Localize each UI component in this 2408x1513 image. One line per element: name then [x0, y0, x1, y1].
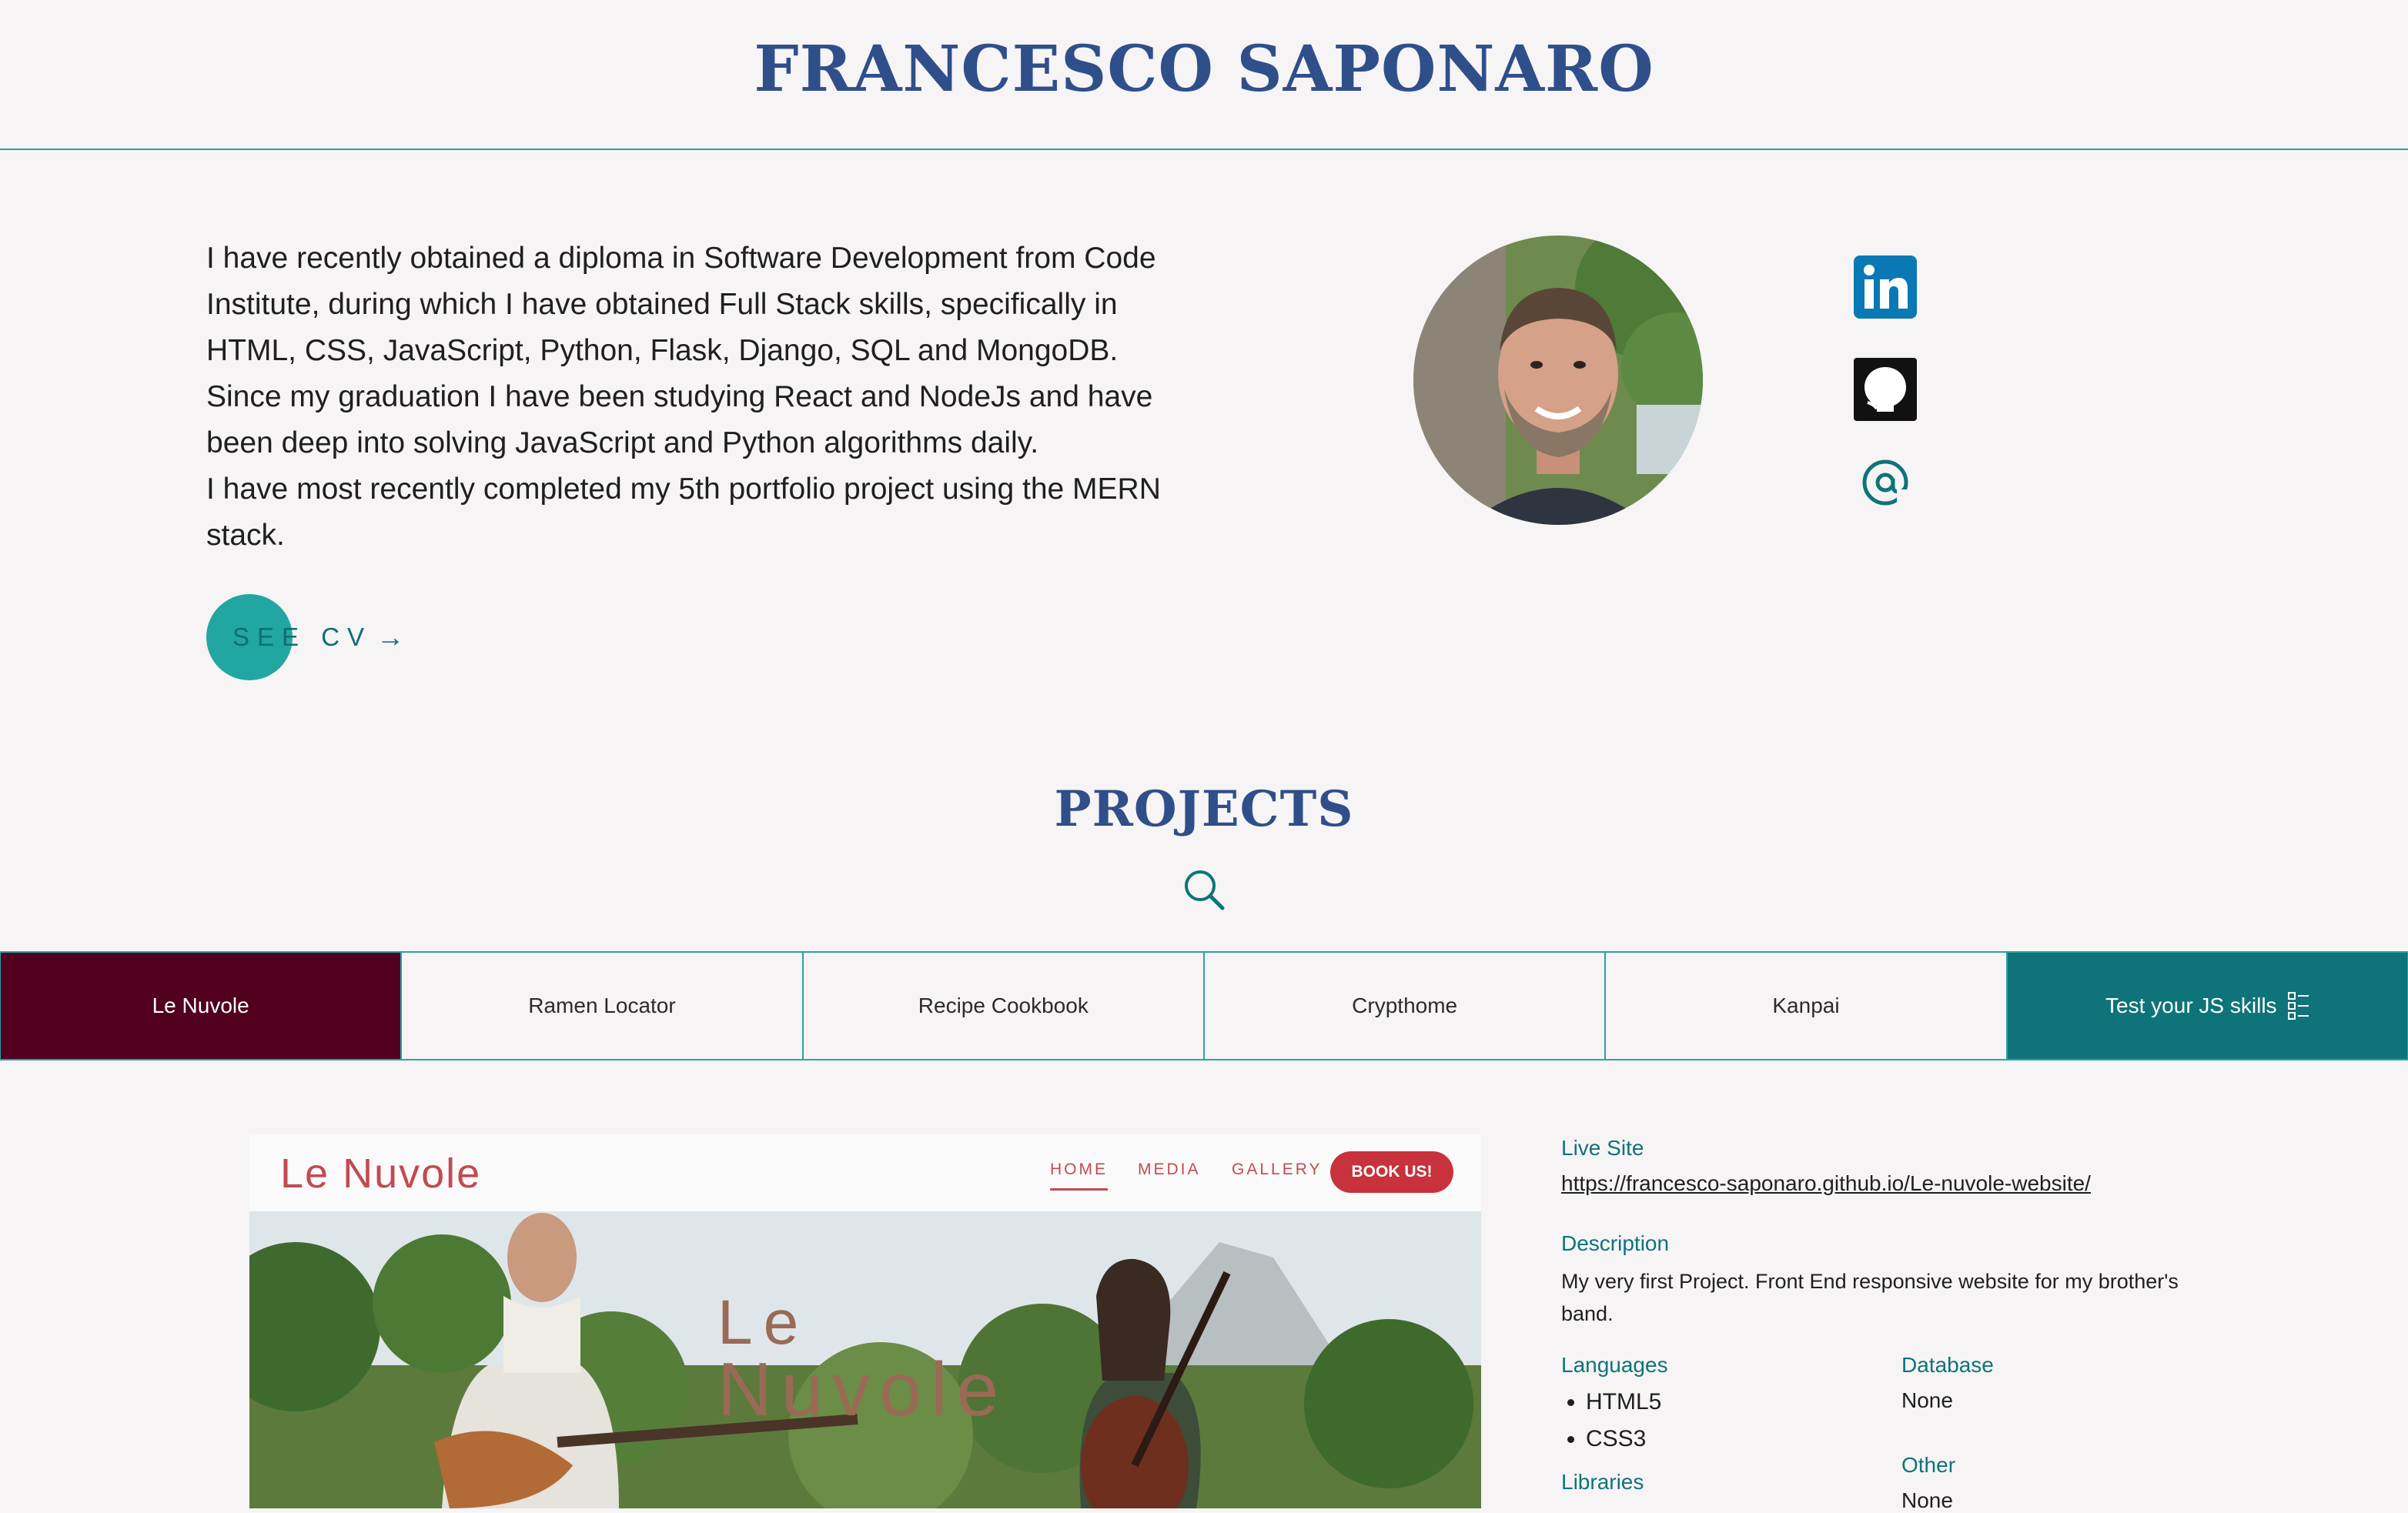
tab-recipe-cookbook[interactable]: Recipe Cookbook	[802, 951, 1204, 1060]
database-label: Database	[1901, 1353, 1994, 1377]
tab-label: Recipe Cookbook	[918, 994, 1089, 1017]
email-link[interactable]	[1854, 451, 1917, 514]
other-label: Other	[1901, 1453, 1956, 1477]
description-label: Description	[1561, 1231, 1670, 1255]
description-text: My very first Project. Front End respons…	[1561, 1270, 2179, 1325]
database-column: Database None Other None	[1901, 1353, 1994, 1513]
languages-label: Languages	[1561, 1353, 1668, 1377]
tab-le-nuvole[interactable]: Le Nuvole	[0, 951, 402, 1060]
preview-hero: Le Nuvole	[249, 1211, 1481, 1508]
arrow-right-icon: →	[376, 621, 405, 653]
avatar	[1413, 235, 1703, 525]
preview-logo: Le Nuvole	[280, 1151, 482, 1197]
live-site-link[interactable]: https://francesco-saponaro.github.io/Le-…	[1561, 1171, 2223, 1196]
preview-navbar: Le Nuvole HOME MEDIA GALLERY BOOK US!	[249, 1134, 1481, 1211]
list-item: HTML5	[1586, 1384, 1901, 1421]
preview-nav-media: MEDIA	[1138, 1161, 1201, 1178]
bio-text: I have recently obtained a diploma in So…	[206, 235, 1199, 559]
site-title: FRANCESCO SAPONARO	[754, 32, 1654, 106]
cv-button-label: SEE CV	[232, 623, 373, 651]
other-value: None	[1901, 1488, 1953, 1512]
preview-nav-gallery: GALLERY	[1232, 1161, 1323, 1178]
list-item: CSS3	[1586, 1421, 1901, 1458]
tab-label: Kanpai	[1772, 994, 1840, 1017]
tab-label: Crypthome	[1352, 994, 1458, 1017]
tab-label: Le Nuvole	[152, 994, 249, 1017]
tab-label: Ramen Locator	[528, 994, 676, 1017]
see-cv-button[interactable]: SEE CV →	[206, 594, 404, 680]
tab-crypthome[interactable]: Crypthome	[1203, 951, 1606, 1060]
preview-hero-line2: Nuvole	[717, 1347, 1008, 1431]
at-icon	[1862, 459, 1909, 506]
libraries-label: Libraries	[1561, 1470, 1644, 1494]
search-icon[interactable]	[1181, 867, 1227, 913]
live-site-label: Live Site	[1561, 1136, 1644, 1160]
project-details: Live Site https://francesco-saponaro.git…	[1561, 1136, 2223, 1513]
preview-book-button: BOOK US!	[1330, 1151, 1453, 1193]
tab-test-js-skills[interactable]: Test your JS skills	[2006, 951, 2408, 1060]
database-value: None	[1901, 1388, 1953, 1412]
preview-nav-home: HOME	[1050, 1161, 1108, 1191]
github-link[interactable]	[1854, 358, 1917, 421]
linkedin-icon	[1854, 256, 1917, 319]
languages-column: Languages HTML5 CSS3 Libraries	[1561, 1353, 1901, 1513]
bio-paragraph: I have recently obtained a diploma in So…	[206, 242, 1156, 459]
project-preview-screenshot: Le Nuvole HOME MEDIA GALLERY BOOK US! Le…	[249, 1134, 1481, 1508]
bio-paragraph: I have most recently completed my 5th po…	[206, 473, 1161, 552]
projects-title: PROJECTS	[1054, 780, 1354, 838]
project-tabs: Le Nuvole Ramen Locator Recipe Cookbook …	[0, 951, 2408, 1060]
tech-columns: Languages HTML5 CSS3 Libraries Database …	[1561, 1353, 2223, 1513]
github-icon	[1854, 358, 1917, 421]
checklist-icon	[2287, 992, 2309, 1020]
linkedin-link[interactable]	[1854, 256, 1917, 319]
tab-kanpai[interactable]: Kanpai	[1605, 951, 2007, 1060]
tab-label: Test your JS skills	[2105, 994, 2277, 1017]
tab-ramen-locator[interactable]: Ramen Locator	[401, 951, 803, 1060]
preview-hero-title: Le Nuvole	[717, 1291, 1008, 1431]
site-header: FRANCESCO SAPONARO	[0, 0, 2408, 150]
languages-list: HTML5 CSS3	[1561, 1384, 1901, 1458]
